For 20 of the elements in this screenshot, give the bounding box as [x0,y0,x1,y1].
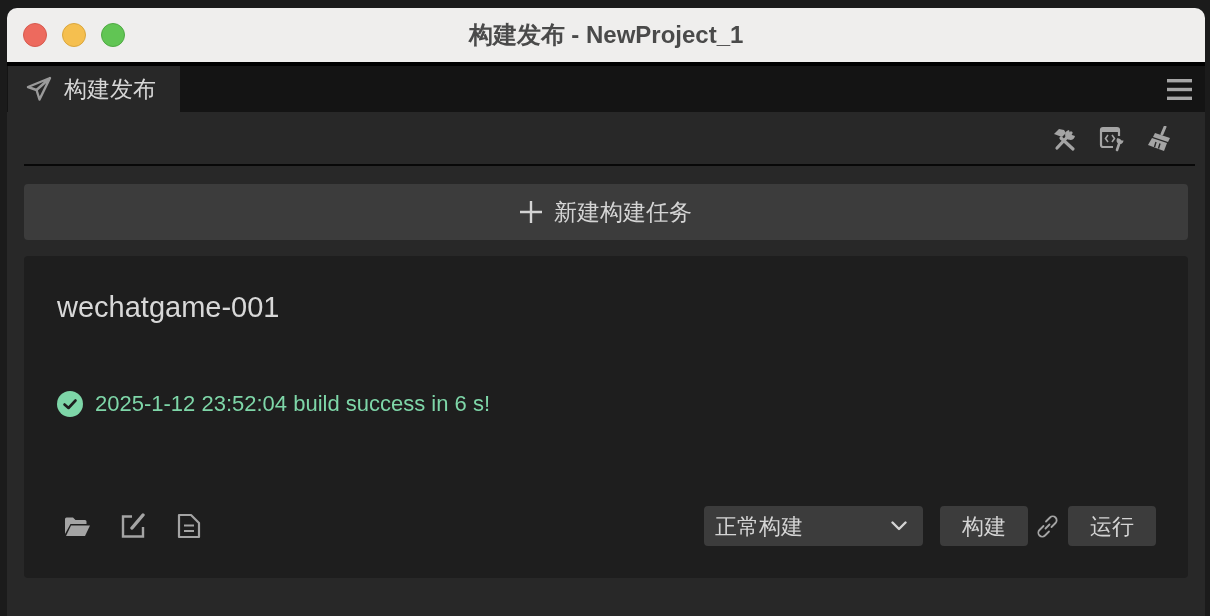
build-mode-dropdown[interactable]: 正常构建 [704,506,923,546]
code-settings-icon[interactable] [1099,126,1125,152]
window-close-icon[interactable] [23,23,47,47]
broom-icon[interactable] [1146,126,1172,152]
edit-icon[interactable] [120,513,146,539]
build-task-name: wechatgame-001 [57,290,280,325]
folder-icon[interactable] [64,515,90,537]
action-button[interactable]: 运行 [1068,506,1156,546]
build-status-message: 2025-1-12 23:52:04 build success in 6 s! [95,390,491,418]
plus-icon [520,201,542,223]
action-button[interactable]: 构建 [940,506,1028,546]
link-icon[interactable] [1035,513,1060,539]
chevron-down-icon [891,521,907,531]
tab[interactable]: 构建发布 [8,66,180,112]
send-icon [26,76,52,102]
document-icon[interactable] [176,513,202,539]
new-build-task-button[interactable]: 新建构建任务 [24,184,1188,240]
window-title: 构建发布 - NewProject_1 [468,20,744,50]
tools-icon[interactable] [1052,126,1078,152]
menu-icon[interactable] [1167,78,1192,100]
